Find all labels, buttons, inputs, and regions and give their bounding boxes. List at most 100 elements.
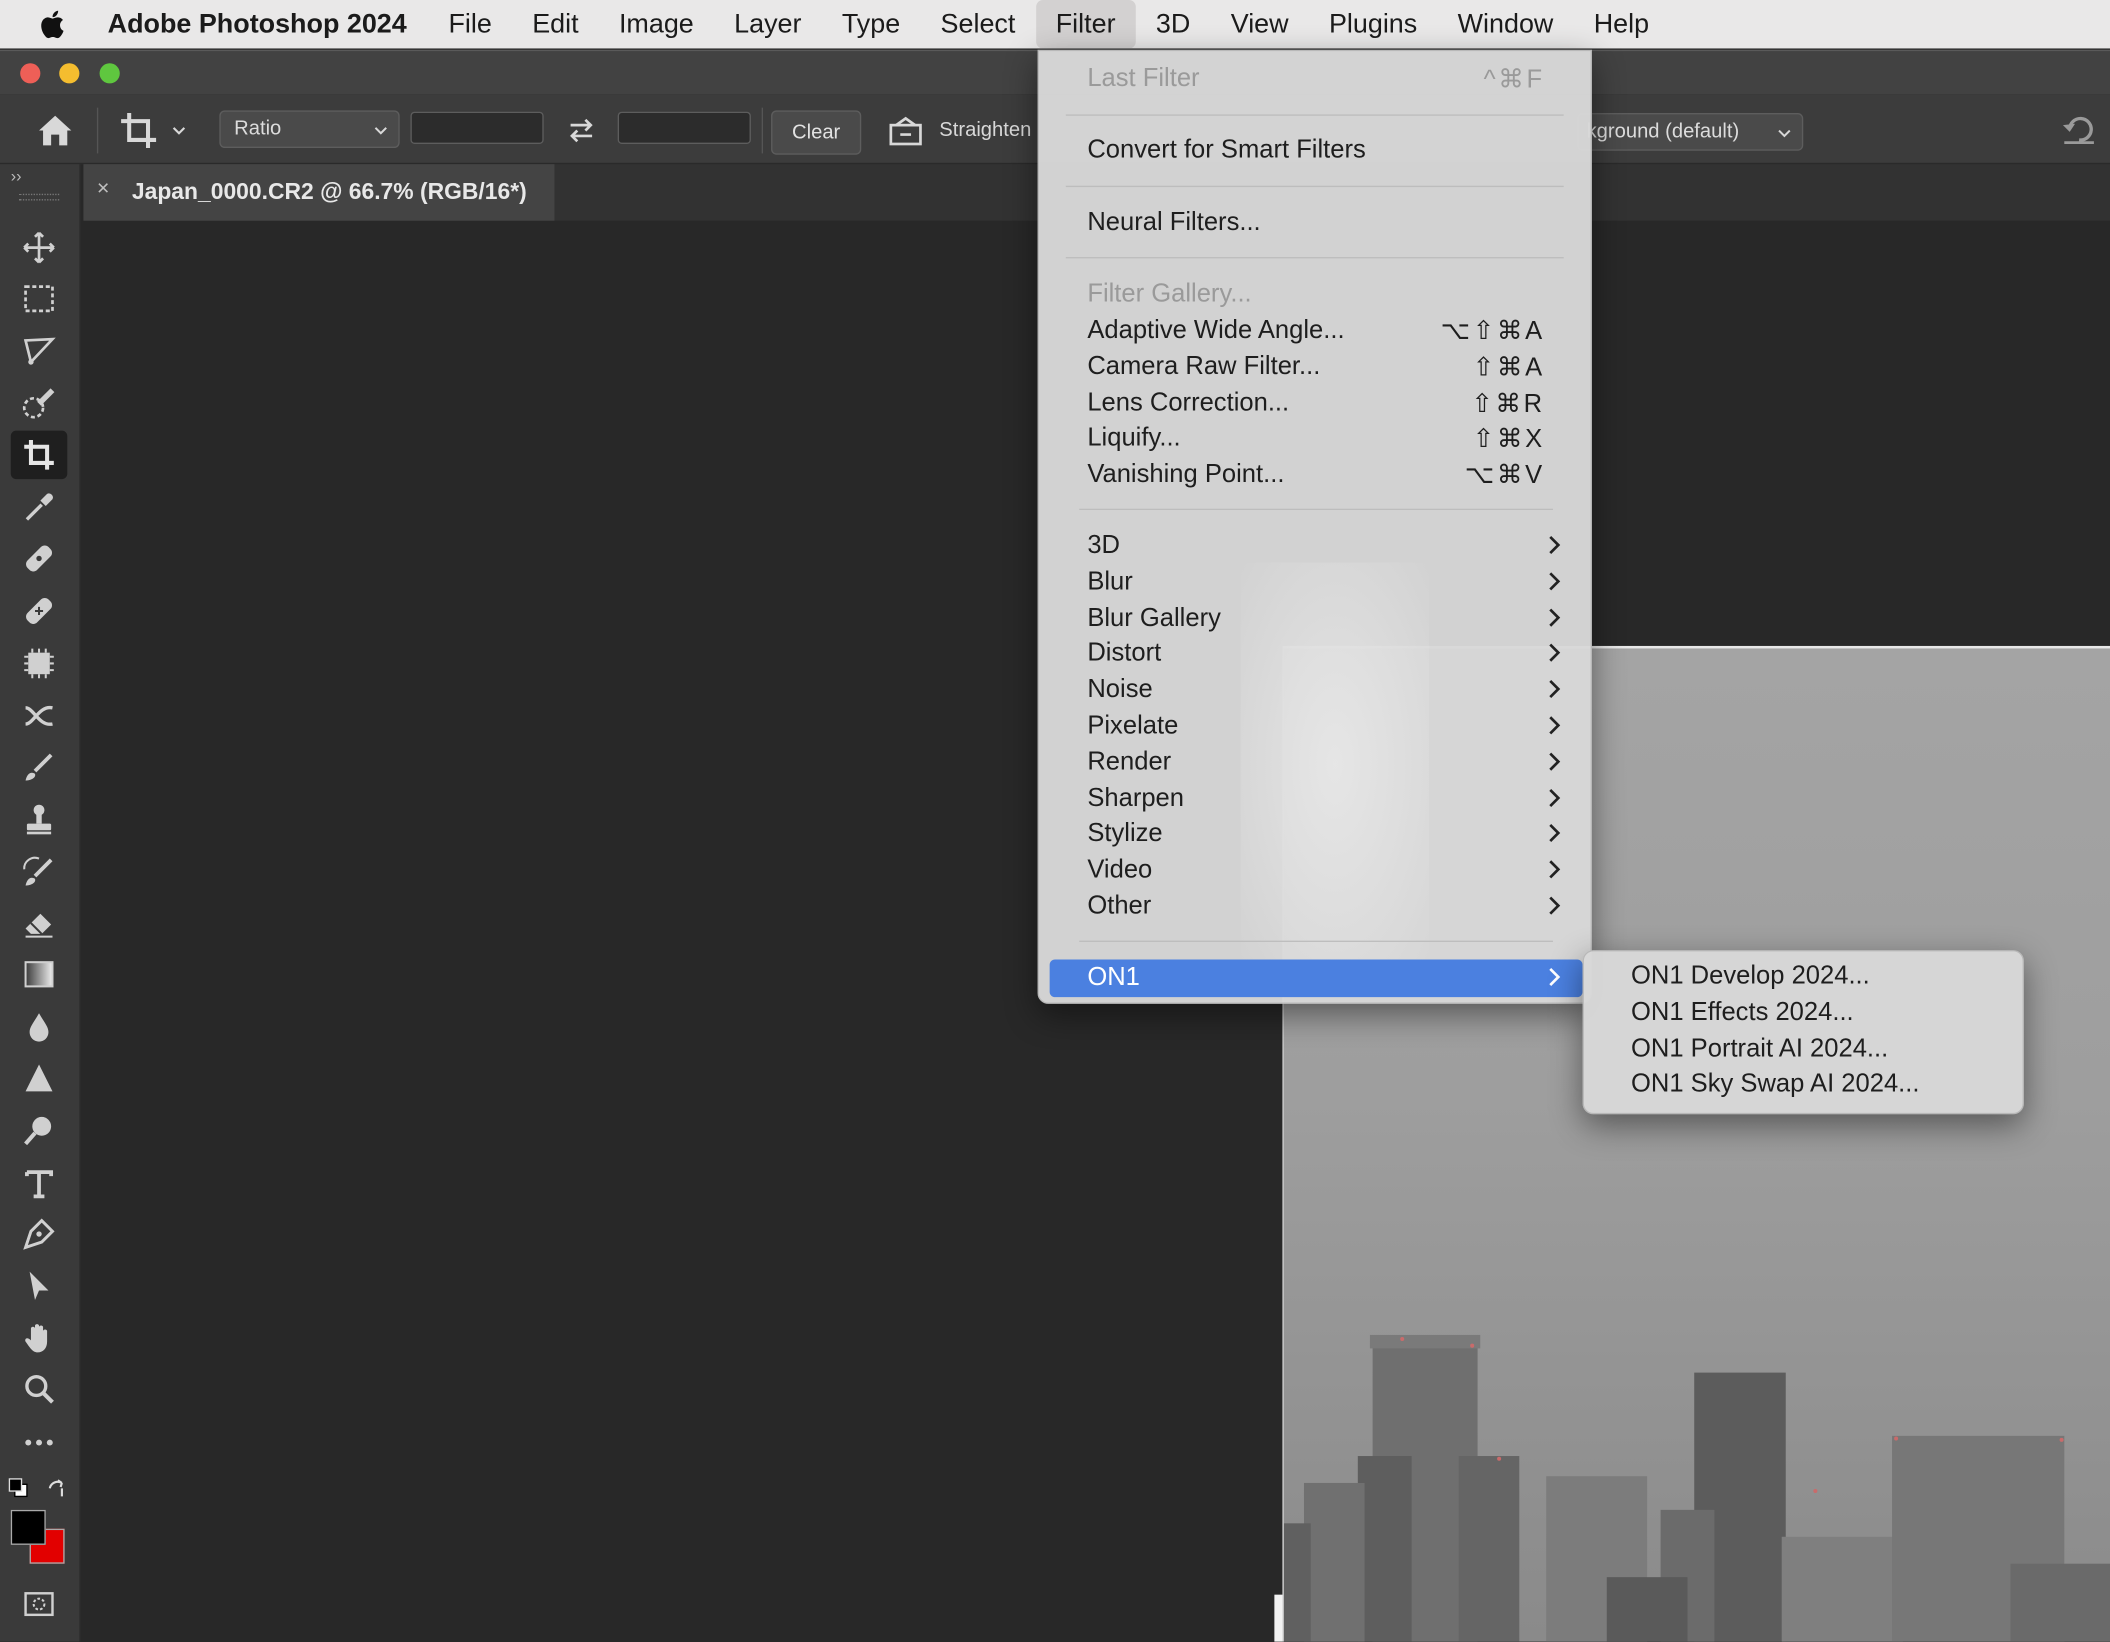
spot-healing-icon[interactable] — [11, 534, 68, 582]
menu-item-video[interactable]: Video — [1039, 852, 1591, 887]
on1-submenu: ON1 Develop 2024... ON1 Effects 2024... … — [1582, 950, 2024, 1115]
move-tool-icon[interactable] — [11, 223, 68, 271]
path-selection-icon[interactable] — [11, 1262, 68, 1310]
reset-icon[interactable] — [2059, 110, 2099, 148]
menu-3d[interactable]: 3D — [1136, 0, 1211, 48]
menu-item-shortcut: ⌥⇧⌘A — [1440, 317, 1545, 346]
menu-item-convert-smart-filters[interactable]: Convert for Smart Filters — [1039, 132, 1591, 167]
menu-help[interactable]: Help — [1574, 0, 1670, 48]
clone-stamp-icon[interactable] — [11, 795, 68, 843]
menu-item-label: Neural Filters... — [1087, 208, 1261, 237]
pen-icon[interactable] — [11, 1210, 68, 1258]
gradient-icon[interactable] — [11, 950, 68, 998]
app-name-menu[interactable]: Adobe Photoshop 2024 — [108, 0, 429, 48]
swap-dimensions-icon[interactable] — [564, 113, 599, 148]
chevron-right-icon — [1549, 752, 1561, 771]
tools-panel: ›› — [0, 164, 81, 1642]
menu-item-3d[interactable]: 3D — [1039, 528, 1591, 563]
menu-filter[interactable]: Filter — [1035, 0, 1136, 49]
menu-item-lens-correction[interactable]: Lens Correction... ⇧⌘R — [1039, 385, 1591, 420]
canvas-crop-handle[interactable] — [1274, 1594, 1283, 1642]
menu-item-distort[interactable]: Distort — [1039, 635, 1591, 670]
menu-plugins[interactable]: Plugins — [1309, 0, 1438, 48]
menu-item-render[interactable]: Render — [1039, 744, 1591, 779]
menu-item-adaptive-wide-angle[interactable]: Adaptive Wide Angle... ⌥⇧⌘A — [1039, 312, 1591, 347]
sharpen-icon[interactable] — [11, 1054, 68, 1102]
menu-item-on1[interactable]: ON1 — [1049, 959, 1583, 998]
foreground-color-swatch[interactable] — [10, 1509, 46, 1545]
chevron-down-icon[interactable] — [170, 121, 189, 140]
quick-selection-icon[interactable] — [11, 379, 68, 427]
menu-bar: Adobe Photoshop 2024 File Edit Image Lay… — [0, 0, 2110, 49]
menu-item-stylize[interactable]: Stylize — [1039, 815, 1591, 850]
document-tab[interactable]: × Japan_0000.CR2 @ 66.7% (RGB/16*) — [83, 164, 555, 221]
crop-preset-icon[interactable] — [118, 110, 161, 150]
menu-edit[interactable]: Edit — [512, 0, 599, 48]
menu-item-label: Distort — [1087, 639, 1162, 668]
crop-icon[interactable] — [10, 430, 68, 480]
chevron-right-icon — [1549, 608, 1561, 627]
eraser-icon[interactable] — [11, 899, 68, 947]
menu-select[interactable]: Select — [920, 0, 1035, 48]
menu-item-pixelate[interactable]: Pixelate — [1039, 708, 1591, 743]
menu-view[interactable]: View — [1211, 0, 1309, 48]
history-brush-icon[interactable] — [11, 848, 68, 896]
menu-item-camera-raw-filter[interactable]: Camera Raw Filter... ⇧⌘A — [1039, 349, 1591, 384]
crop-height-input[interactable] — [617, 111, 751, 144]
red-eye-icon[interactable] — [11, 692, 68, 740]
zoom-icon[interactable] — [11, 1366, 68, 1414]
brush-icon[interactable] — [11, 743, 68, 791]
menu-window[interactable]: Window — [1437, 0, 1573, 48]
zoom-window-button[interactable] — [99, 63, 120, 84]
dodge-icon[interactable] — [11, 1106, 68, 1154]
menu-item-noise[interactable]: Noise — [1039, 672, 1591, 707]
menu-file[interactable]: File — [428, 0, 512, 48]
menu-item-last-filter: Last Filter ^⌘F — [1039, 61, 1591, 96]
menu-layer[interactable]: Layer — [714, 0, 822, 48]
menu-item-label: Other — [1087, 892, 1152, 921]
healing-brush-icon[interactable] — [11, 587, 68, 635]
menu-item-sharpen[interactable]: Sharpen — [1039, 781, 1591, 816]
quick-mask-icon[interactable] — [11, 1580, 68, 1628]
menu-item-neural-filters[interactable]: Neural Filters... — [1039, 205, 1591, 240]
filter-menu: Last Filter ^⌘F Convert for Smart Filter… — [1037, 49, 1592, 1004]
content-aware-move-icon[interactable] — [11, 639, 68, 687]
menu-item-other[interactable]: Other — [1039, 888, 1591, 923]
more-tools-icon[interactable] — [11, 1418, 68, 1466]
submenu-item-on1-sky-swap-ai[interactable]: ON1 Sky Swap AI 2024... — [1631, 1070, 1920, 1100]
menu-type[interactable]: Type — [822, 0, 921, 48]
crop-width-input[interactable] — [410, 111, 544, 144]
panel-grip[interactable] — [18, 193, 60, 201]
submenu-item-on1-portrait-ai[interactable]: ON1 Portrait AI 2024... — [1631, 1035, 1888, 1065]
home-icon[interactable] — [35, 112, 75, 150]
menu-item-label: Filter Gallery... — [1087, 279, 1252, 309]
menu-separator — [1065, 114, 1564, 116]
apple-menu-icon[interactable] — [0, 7, 108, 42]
type-icon[interactable] — [11, 1159, 68, 1207]
menu-item-vanishing-point[interactable]: Vanishing Point... ⌥⌘V — [1039, 456, 1591, 491]
close-window-button[interactable] — [20, 63, 41, 84]
default-colors-icon[interactable] — [8, 1478, 30, 1500]
hand-icon[interactable] — [11, 1313, 68, 1361]
submenu-item-on1-effects[interactable]: ON1 Effects 2024... — [1631, 999, 1854, 1029]
blur-icon[interactable] — [11, 1003, 68, 1051]
menu-item-blur[interactable]: Blur — [1039, 564, 1591, 599]
menu-image[interactable]: Image — [599, 0, 714, 48]
ratio-select[interactable]: Ratio — [219, 110, 400, 149]
rectangular-marquee-icon[interactable] — [11, 275, 68, 323]
menu-item-liquify[interactable]: Liquify... ⇧⌘X — [1039, 420, 1591, 455]
clear-button[interactable]: Clear — [771, 110, 862, 155]
close-tab-icon[interactable]: × — [97, 178, 110, 202]
minimize-window-button[interactable] — [59, 63, 80, 84]
eyedropper-icon[interactable] — [11, 483, 68, 531]
lasso-icon[interactable] — [11, 327, 68, 375]
submenu-item-on1-develop[interactable]: ON1 Develop 2024... — [1631, 962, 1870, 992]
menu-item-shortcut: ^⌘F — [1483, 65, 1545, 95]
menu-separator — [1065, 185, 1564, 188]
straighten-icon[interactable] — [888, 113, 923, 148]
swap-colors-icon[interactable] — [46, 1478, 68, 1500]
menu-item-blur-gallery[interactable]: Blur Gallery — [1039, 600, 1591, 635]
straighten-label[interactable]: Straighten — [939, 118, 1031, 141]
collapse-panel-icon[interactable]: ›› — [11, 167, 22, 186]
background-fill-select[interactable]: kground (default) — [1577, 113, 1804, 151]
